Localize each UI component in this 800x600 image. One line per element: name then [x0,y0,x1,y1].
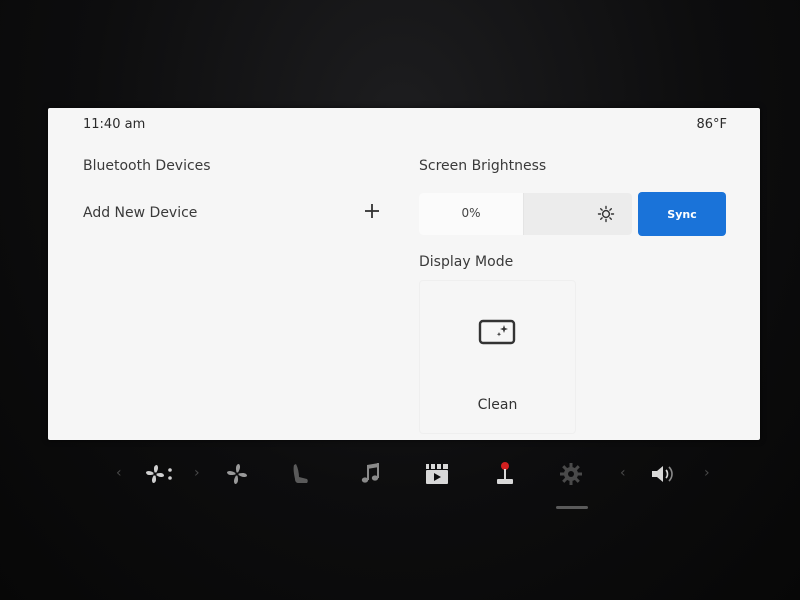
media-icon[interactable] [422,459,452,489]
display-screen: 11:40 am 86°F Bluetooth Devices Add New … [48,108,760,440]
sync-button[interactable]: Sync [638,192,726,236]
device-frame: 11:40 am 86°F Bluetooth Devices Add New … [0,0,800,600]
bottom-dock: ‹ › ‹ › [100,455,720,495]
clean-screen-icon [478,319,516,345]
volume-chevron-left-icon[interactable]: ‹ [620,465,626,481]
volume-icon[interactable] [648,459,678,489]
seat-icon[interactable] [286,459,316,489]
fan-speed-icon[interactable] [222,459,252,489]
active-indicator [556,506,588,509]
chevron-left-icon[interactable]: ‹ [116,465,122,481]
status-time: 11:40 am [83,117,146,132]
brightness-value: 0% [461,206,481,220]
brightness-slider[interactable]: 0% [419,193,632,235]
bluetooth-title: Bluetooth Devices [83,158,211,174]
display-mode-clean-tile[interactable]: Clean [419,280,576,434]
add-new-device-label: Add New Device [83,205,198,221]
add-new-device-row[interactable]: Add New Device [83,202,383,226]
display-mode-clean-label: Clean [477,397,518,413]
plus-icon[interactable] [363,202,381,220]
status-temperature: 86°F [696,117,727,132]
music-icon[interactable] [356,459,386,489]
volume-chevron-right-icon[interactable]: › [704,465,710,481]
sun-icon [597,205,615,223]
fan-icon[interactable] [144,459,174,489]
chevron-right-icon[interactable]: › [194,465,200,481]
gear-icon[interactable] [556,459,586,489]
brightness-title: Screen Brightness [419,158,547,174]
joystick-icon[interactable] [490,459,520,489]
display-mode-title: Display Mode [419,254,514,270]
